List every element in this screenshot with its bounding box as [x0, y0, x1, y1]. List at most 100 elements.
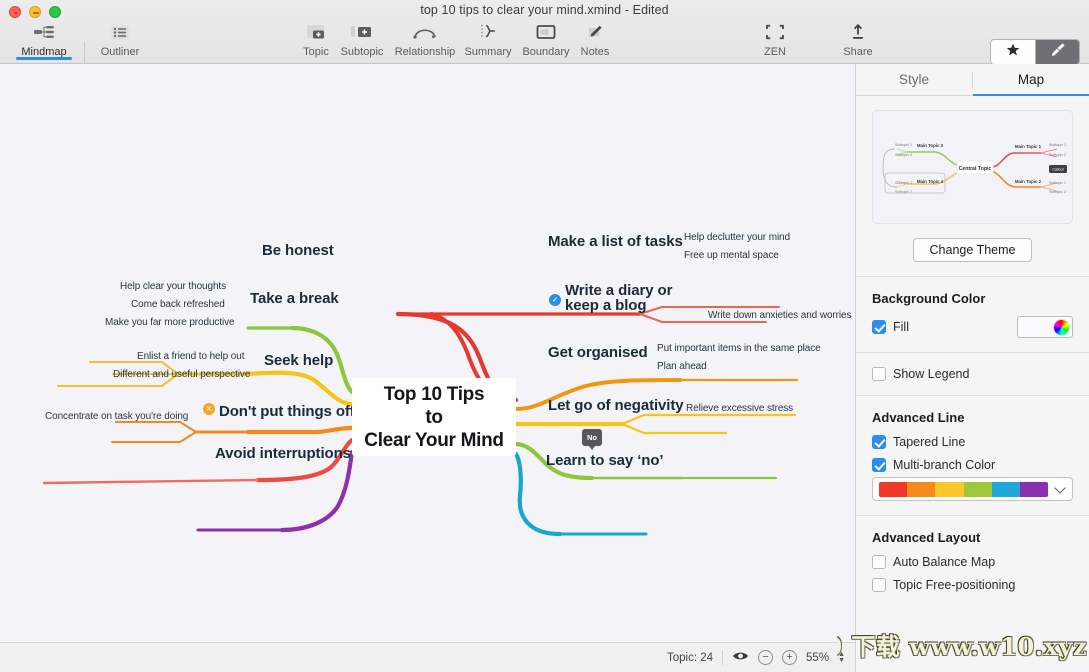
show-legend-section: Show Legend	[856, 352, 1089, 381]
palette-color-6	[1019, 481, 1048, 497]
background-color-swatch[interactable]	[1017, 316, 1073, 338]
background-color-section: Background Color Fill	[856, 276, 1089, 338]
blue-check-icon[interactable]: ✓	[549, 294, 561, 306]
notes-icon	[586, 21, 604, 43]
zoom-out-button[interactable]: −	[758, 650, 774, 665]
multi-branch-color-checkbox[interactable]	[872, 458, 886, 472]
svg-text:Central Topic: Central Topic	[959, 166, 992, 172]
panel-tab-style-label: Style	[898, 72, 929, 87]
topic-free-positioning-row[interactable]: Topic Free-positioning	[872, 578, 1073, 592]
format-panel-button[interactable]	[1035, 40, 1079, 64]
color-wheel-icon[interactable]	[1053, 318, 1070, 336]
svg-text:Main Topic 3: Main Topic 3	[917, 143, 944, 148]
svg-text:Subtopic 2: Subtopic 2	[1049, 190, 1066, 194]
no-pin-icon[interactable]: No	[582, 429, 602, 450]
topic-seek-help[interactable]: Seek help	[264, 352, 333, 369]
subtopic-write-down-anxieties-and-worries[interactable]: Write down anxieties and worries	[708, 310, 851, 321]
toolbar-zen-button[interactable]: ZEN	[739, 18, 811, 58]
change-theme-row: Change Theme	[856, 238, 1089, 262]
zoom-level: 55%	[806, 651, 830, 664]
toolbar-notes-label: Notes	[580, 46, 610, 58]
format-panel: Style Map Central Topic Main Topic 1 Mai…	[855, 64, 1089, 672]
topic-free-positioning-label: Topic Free-positioning	[893, 578, 1016, 592]
toolbar-summary-label: Summary	[464, 46, 512, 58]
multi-branch-color-row[interactable]: Multi-branch Color	[872, 458, 1073, 472]
advanced-layout-section: Advanced Layout Auto Balance Map Topic F…	[856, 515, 1089, 592]
svg-text:Main Topic 2: Main Topic 2	[1015, 179, 1042, 184]
auto-balance-map-row[interactable]: Auto Balance Map	[872, 555, 1073, 569]
topic-write-a-diary-or-keep-a-blog[interactable]: Write a diary or keep a blog	[565, 283, 685, 313]
chevron-down-icon[interactable]	[1054, 482, 1066, 494]
topic-avoid-interruptions[interactable]: Avoid interruptions	[215, 445, 351, 462]
toolbar-relationship-button[interactable]: Relationship	[389, 18, 461, 58]
topic-dont-put-things-off[interactable]: Don't put things off	[219, 403, 355, 420]
svg-text:Main Topic 1: Main Topic 1	[1015, 144, 1042, 149]
panel-tabs: Style Map	[856, 64, 1089, 96]
show-legend-checkbox[interactable]	[872, 367, 886, 381]
tab-mindmap[interactable]: Mindmap	[8, 18, 80, 60]
subtopic-icon	[350, 21, 374, 43]
show-legend-row[interactable]: Show Legend	[872, 367, 1073, 381]
subtopic-make-you-far-more-productive[interactable]: Make you far more productive	[105, 317, 235, 328]
subtopic-different-and-useful-perspective[interactable]: Different and useful perspective	[113, 369, 250, 380]
subtopic-plan-ahead[interactable]: Plan ahead	[657, 361, 707, 372]
icon-format-segmented-control[interactable]	[990, 39, 1080, 65]
palette-color-1	[879, 481, 908, 497]
central-topic-line-1: Top 10 Tips	[383, 383, 485, 405]
branch-palette-select[interactable]	[872, 477, 1073, 501]
svg-text:Subtopic 1: Subtopic 1	[895, 143, 912, 147]
share-icon	[850, 21, 866, 43]
tab-outliner[interactable]: Outliner	[84, 18, 156, 58]
mindmap-canvas[interactable]: Top 10 Tips to Clear Your Mind Make a li…	[0, 64, 855, 642]
central-topic-line-3: Clear Your Mind	[364, 429, 504, 451]
svg-text:Subtopic 1: Subtopic 1	[895, 181, 912, 185]
tapered-line-row[interactable]: Tapered Line	[872, 435, 1073, 449]
subtopic-free-up-mental-space[interactable]: Free up mental space	[684, 250, 779, 261]
panel-tab-map-label: Map	[1017, 72, 1045, 87]
theme-preview[interactable]: Central Topic Main Topic 1 Main Topic 2 …	[872, 110, 1073, 224]
orange-x-icon[interactable]: ✕	[203, 403, 215, 415]
fill-row[interactable]: Fill	[872, 316, 1073, 338]
panel-tab-style[interactable]: Style	[856, 64, 972, 95]
eye-icon[interactable]	[732, 649, 749, 667]
outliner-icon	[111, 21, 129, 43]
topic-get-organised[interactable]: Get organised	[548, 344, 648, 361]
toolbar-share-button[interactable]: Share	[822, 18, 894, 58]
subtopic-help-clear-your-thoughts[interactable]: Help clear your thoughts	[120, 281, 226, 292]
auto-balance-map-checkbox[interactable]	[872, 555, 886, 569]
subtopic-put-important-items[interactable]: Put important items in the same place	[657, 343, 821, 354]
topic-take-a-break[interactable]: Take a break	[250, 290, 339, 307]
relationship-icon	[413, 21, 437, 43]
topic-icon	[306, 21, 326, 43]
topic-be-honest[interactable]: Be honest	[262, 242, 334, 259]
topic-let-go-of-negativity[interactable]: Let go of negativity	[548, 397, 684, 414]
tab-outliner-label: Outliner	[100, 46, 140, 58]
topic-learn-to-say-no[interactable]: Learn to say ‘no’	[546, 452, 664, 469]
toolbar-notes-button[interactable]: Notes	[559, 18, 631, 58]
subtopic-enlist-a-friend-to-help-out[interactable]: Enlist a friend to help out	[137, 351, 244, 362]
subtopic-help-declutter-your-mind[interactable]: Help declutter your mind	[684, 232, 790, 243]
window-title: top 10 tips to clear your mind.xmind - E…	[420, 3, 669, 17]
subtopic-concentrate-on-task[interactable]: Concentrate on task you're doing	[45, 411, 188, 422]
subtopic-come-back-refreshed[interactable]: Come back refreshed	[131, 299, 225, 310]
tapered-line-checkbox[interactable]	[872, 435, 886, 449]
zoom-in-button[interactable]: +	[782, 650, 798, 665]
toolbar-subtopic-label: Subtopic	[340, 46, 384, 58]
central-topic[interactable]: Top 10 Tips to Clear Your Mind	[352, 378, 516, 456]
toolbar-relationship-label: Relationship	[394, 46, 456, 58]
boundary-icon	[536, 21, 556, 43]
panel-tab-map[interactable]: Map	[973, 64, 1089, 96]
toolbar-subtopic-button[interactable]: Subtopic	[326, 18, 398, 58]
watermark: Win10 下载 www.w10.xyz	[837, 631, 1087, 661]
fill-checkbox[interactable]	[872, 320, 886, 334]
summary-icon	[478, 21, 498, 43]
change-theme-button[interactable]: Change Theme	[912, 238, 1033, 262]
topic-free-positioning-checkbox[interactable]	[872, 578, 886, 592]
subtopic-relieve-excessive-stress[interactable]: Relieve excessive stress	[686, 403, 793, 414]
central-topic-line-2: to	[425, 406, 443, 428]
topic-make-a-list-of-tasks[interactable]: Make a list of tasks	[548, 233, 683, 250]
svg-text:Subtopic 2: Subtopic 2	[895, 153, 912, 157]
topic-count: Topic: 24	[667, 651, 714, 664]
auto-balance-map-label: Auto Balance Map	[893, 555, 996, 569]
icon-panel-button[interactable]	[991, 40, 1035, 64]
